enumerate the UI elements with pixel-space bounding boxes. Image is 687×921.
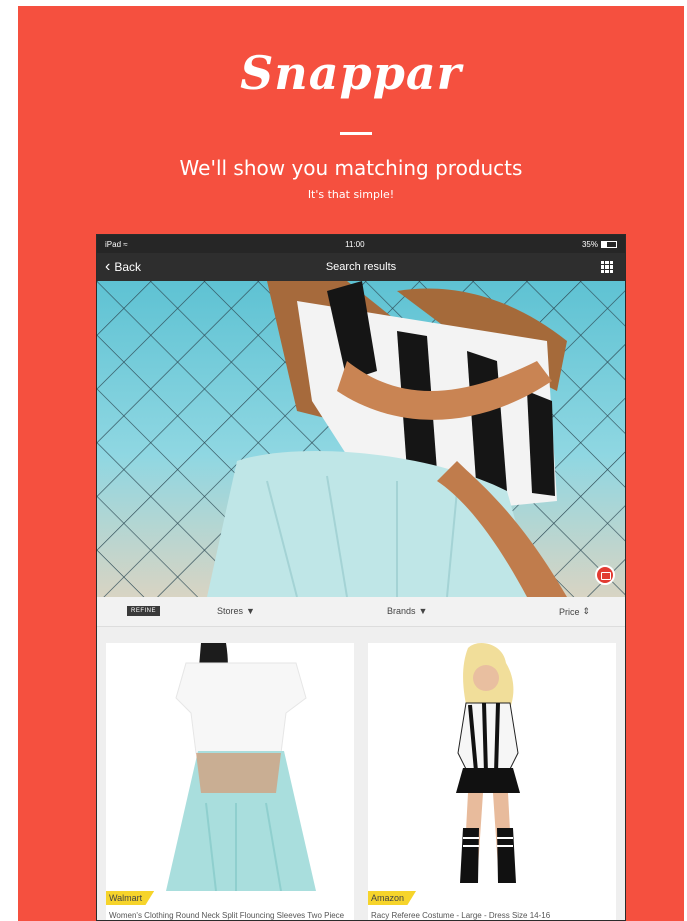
product-title: Women's Clothing Round Neck Split Flounc… — [109, 911, 345, 920]
battery-indicator: 35% — [582, 240, 617, 249]
refine-button[interactable]: REFINE — [127, 606, 161, 616]
product-title: Racy Referee Costume - Large - Dress Siz… — [371, 911, 551, 920]
product-grid: Walmart Women's Clothing Round Neck Spli… — [106, 643, 618, 920]
status-time: 11:00 — [345, 239, 365, 249]
store-badge: Walmart — [106, 891, 155, 905]
search-photo — [97, 281, 625, 597]
caret-down-icon: ▼ — [246, 606, 255, 616]
status-bar: iPad ≈ 11:00 35% — [97, 235, 625, 253]
battery-icon — [601, 240, 617, 248]
brands-label: Brands — [387, 606, 416, 616]
stores-label: Stores — [217, 606, 244, 616]
back-label: Back — [114, 260, 142, 274]
price-label: Price — [559, 606, 580, 617]
chevron-left-icon: ‹ — [105, 258, 111, 275]
brands-filter[interactable]: Brands ▼ — [387, 606, 427, 616]
promo-poster: Snappar We'll show you matching products… — [18, 6, 684, 921]
price-sort[interactable]: Price ⇕ — [559, 606, 590, 617]
back-button[interactable]: ‹ Back — [105, 253, 141, 281]
product-card[interactable]: Walmart Women's Clothing Round Neck Spli… — [106, 643, 354, 920]
sort-icon: ⇕ — [582, 606, 591, 616]
product-card[interactable]: Amazon Racy Referee Costume - Large - Dr… — [368, 643, 616, 920]
product-image — [106, 643, 354, 891]
grid-view-icon[interactable] — [601, 261, 613, 273]
camera-icon[interactable] — [595, 565, 615, 585]
wifi-icon: ≈ — [123, 239, 128, 249]
caret-down-icon: ▼ — [418, 606, 428, 616]
nav-bar: ‹ Back Search results — [97, 253, 625, 281]
filter-bar: REFINE Stores ▼ Brands ▼ Price ⇕ — [97, 597, 625, 627]
store-badge: Amazon — [368, 891, 417, 905]
headline: We'll show you matching products — [179, 156, 523, 180]
photo-illustration — [97, 281, 625, 597]
page-title: Search results — [325, 261, 397, 273]
product-image — [368, 643, 616, 891]
stores-filter[interactable]: Stores ▼ — [217, 606, 255, 616]
brand-logo: Snappar — [240, 46, 462, 100]
divider — [340, 132, 372, 135]
wifi-carrier: iPad ≈ — [105, 239, 128, 249]
battery-percent: 35% — [581, 239, 598, 249]
subline: It's that simple! — [307, 188, 395, 201]
device-screen: iPad ≈ 11:00 35% ‹ Back Search results R… — [96, 234, 626, 921]
